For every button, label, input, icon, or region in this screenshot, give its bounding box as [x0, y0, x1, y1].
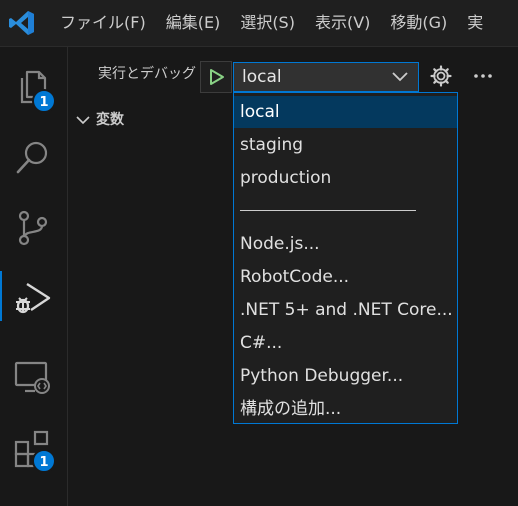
chevron-down-icon — [392, 72, 408, 82]
variables-label: 変数 — [96, 112, 124, 128]
run-debug-title: 実行とデバッグ — [98, 66, 196, 82]
menu-view[interactable]: 表示(V) — [305, 0, 380, 46]
more-actions-icon[interactable] — [472, 65, 494, 87]
vscode-logo-icon — [9, 11, 34, 35]
activity-search[interactable] — [0, 121, 67, 191]
dropdown-separator — [240, 210, 416, 211]
start-debugging-button[interactable] — [200, 61, 232, 93]
option-add-configuration[interactable]: 構成の追加... — [234, 393, 457, 425]
source-control-icon — [18, 210, 48, 246]
menu-go[interactable]: 移動(G) — [380, 0, 457, 46]
option-nodejs[interactable]: Node.js... — [234, 228, 457, 260]
option-python-debugger[interactable]: Python Debugger... — [234, 360, 457, 392]
play-icon — [210, 69, 224, 85]
remote-explorer-icon — [14, 361, 50, 394]
option-csharp[interactable]: C#... — [234, 327, 457, 359]
activity-source-control[interactable] — [0, 191, 67, 261]
activity-run-debug[interactable] — [0, 261, 67, 331]
option-production[interactable]: production — [234, 162, 457, 194]
config-dropdown-list: local staging production Node.js... Robo… — [233, 92, 458, 424]
option-local[interactable]: local — [234, 96, 457, 128]
variables-section-header[interactable]: 変数 — [76, 109, 124, 129]
option-robotcode[interactable]: RobotCode... — [234, 261, 457, 293]
gear-icon[interactable] — [430, 65, 452, 87]
option-dotnet[interactable]: .NET 5+ and .NET Core... — [234, 294, 457, 326]
activity-extensions[interactable]: 1 — [0, 411, 67, 481]
menu-edit[interactable]: 編集(E) — [156, 0, 231, 46]
menu-file[interactable]: ファイル(F) — [50, 0, 156, 46]
extensions-badge: 1 — [32, 449, 56, 473]
menu-run[interactable]: 実 — [457, 0, 493, 46]
menu-bar: ファイル(F) 編集(E) 選択(S) 表示(V) 移動(G) 実 — [50, 0, 493, 46]
debug-config-select[interactable]: local — [233, 62, 419, 92]
run-debug-icon — [16, 282, 51, 314]
search-icon — [16, 141, 48, 174]
selected-config: local — [242, 67, 282, 87]
activity-bar: 1 1 — [0, 47, 68, 506]
activity-explorer[interactable]: 1 — [0, 51, 67, 121]
activity-remote-explorer[interactable] — [0, 341, 67, 411]
title-bar: ファイル(F) 編集(E) 選択(S) 表示(V) 移動(G) 実 — [0, 0, 518, 47]
menu-selection[interactable]: 選択(S) — [230, 0, 305, 46]
explorer-badge: 1 — [32, 89, 56, 113]
option-staging[interactable]: staging — [234, 129, 457, 161]
chevron-down-icon — [76, 116, 90, 125]
